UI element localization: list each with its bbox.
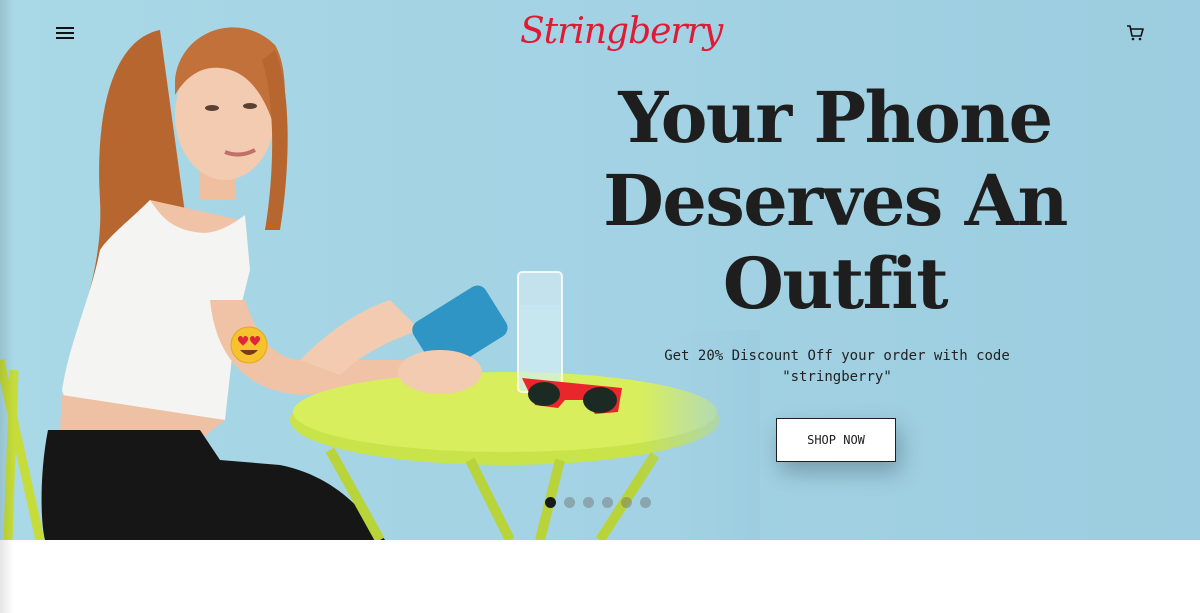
carousel-dot-5[interactable] (621, 497, 632, 508)
carousel-dot-4[interactable] (602, 497, 613, 508)
headline-line-1: Your Phone (618, 76, 1053, 159)
promo-text-line-1: Get 20% Discount Off your order with cod… (664, 348, 1010, 364)
carousel-dot-3[interactable] (583, 497, 594, 508)
headline-line-2: Deserves An (603, 159, 1068, 242)
shop-now-button[interactable]: SHOP NOW (776, 418, 896, 462)
headline-line-3: Outfit (722, 242, 949, 325)
carousel-indicators (545, 497, 651, 509)
menu-button[interactable] (52, 22, 78, 44)
carousel-dot-6[interactable] (640, 497, 651, 508)
hero-headline: Your Phone Deserves An Outfit (600, 76, 1070, 325)
carousel-dot-2[interactable] (564, 497, 575, 508)
brand-logo[interactable]: Stringberry (520, 2, 723, 62)
carousel-dot-1[interactable] (545, 497, 556, 508)
promo-code-text: "stringberry" (782, 369, 892, 385)
page-edge-shadow (0, 0, 14, 613)
heart-eyes-emoji-icon (230, 326, 268, 364)
hero-banner: Stringberry Your Phone Deserves An Outfi… (0, 0, 1200, 540)
hamburger-menu-icon (56, 27, 74, 39)
shopping-cart-icon (1127, 25, 1144, 41)
cart-button[interactable] (1122, 22, 1148, 44)
promo-text: Get 20% Discount Off your order with cod… (620, 346, 1054, 388)
